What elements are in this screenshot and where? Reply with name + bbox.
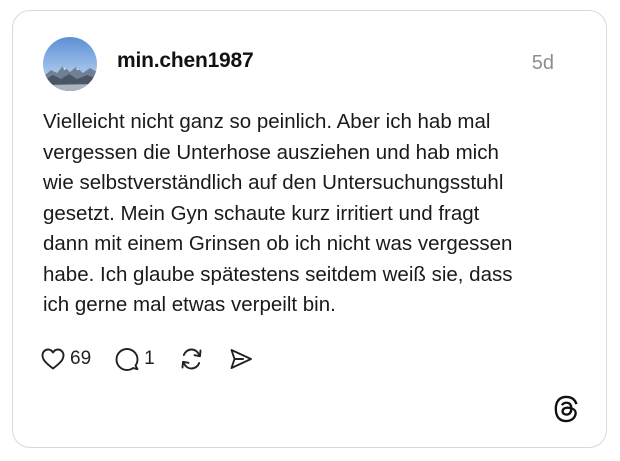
- repost-button[interactable]: [179, 347, 205, 371]
- username[interactable]: min.chen1987: [117, 49, 254, 73]
- avatar[interactable]: [43, 37, 97, 91]
- comment-bubble-icon: [115, 348, 139, 371]
- repost-icon: [181, 348, 202, 370]
- like-button[interactable]: 69: [41, 348, 91, 370]
- post-actions-bar: 69 1: [41, 345, 253, 373]
- post-card: min.chen1987 5d Vielleicht nicht ganz so…: [12, 10, 607, 448]
- mountain-landscape-avatar-icon: [43, 37, 97, 91]
- like-count: 69: [70, 348, 92, 369]
- threads-logo-icon: [552, 395, 580, 423]
- post-timestamp: 5d: [531, 52, 554, 74]
- share-button[interactable]: [229, 348, 253, 370]
- post-body-text: Vielleicht nicht ganz so peinlich. Aber …: [43, 110, 513, 316]
- reply-count: 1: [144, 348, 155, 369]
- heart-icon: [41, 348, 65, 370]
- threads-logo-icon: [554, 395, 578, 423]
- send-icon: [230, 349, 252, 369]
- reply-button[interactable]: 1: [115, 347, 155, 371]
